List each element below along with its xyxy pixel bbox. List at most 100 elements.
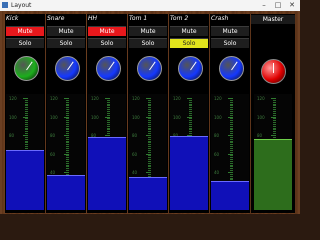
- scale-tick: [230, 133, 233, 135]
- mute-button[interactable]: Mute: [211, 26, 249, 36]
- pan-knob[interactable]: [96, 56, 121, 81]
- volume-fader[interactable]: 12010080604020: [47, 94, 85, 210]
- scale-tick: [148, 149, 151, 151]
- scale-tick: [230, 168, 233, 170]
- scale-tick: [107, 112, 110, 114]
- scale-tick: [148, 129, 151, 131]
- scale-tick: [189, 105, 192, 107]
- minimize-icon[interactable]: –: [258, 0, 270, 11]
- scale-tick: [148, 101, 151, 103]
- scale-tick: [148, 142, 151, 144]
- master-knob[interactable]: [261, 59, 286, 84]
- scale-tick: [66, 166, 69, 168]
- scale-tick: [66, 140, 69, 142]
- scale-tick: [107, 120, 110, 122]
- scale-tick: [148, 160, 151, 162]
- scale-label: 100: [50, 114, 58, 120]
- volume-fader[interactable]: 12010080604020: [170, 94, 208, 210]
- scale-tick: [66, 151, 69, 153]
- scale-tick: [189, 107, 192, 109]
- scale-tick: [148, 140, 151, 142]
- scale-tick: [66, 168, 69, 170]
- scale-tick: [107, 122, 110, 124]
- scale-tick: [25, 129, 28, 131]
- scale-tick: [66, 170, 69, 172]
- scale-tick: [273, 99, 276, 101]
- pan-knob[interactable]: [178, 56, 203, 81]
- scale-label: 80: [214, 133, 220, 138]
- close-icon[interactable]: ✕: [286, 0, 298, 11]
- scale-tick: [189, 127, 192, 129]
- scale-tick: [107, 105, 110, 107]
- pan-knob[interactable]: [219, 56, 244, 81]
- maximize-icon[interactable]: □: [272, 0, 284, 11]
- scale-tick: [148, 146, 151, 148]
- volume-fader[interactable]: 12010080604020: [6, 94, 44, 210]
- scale-tick: [230, 138, 233, 140]
- scale-tick: [228, 135, 233, 136]
- scale-tick: [107, 123, 110, 125]
- scale-label: 100: [9, 114, 17, 120]
- solo-button[interactable]: Solo: [170, 38, 208, 48]
- solo-button[interactable]: Solo: [47, 38, 85, 48]
- scale-tick: [230, 142, 233, 144]
- pan-knob[interactable]: [55, 56, 80, 81]
- scale-tick: [230, 114, 233, 116]
- mute-button[interactable]: Mute: [170, 26, 208, 36]
- scale-tick: [146, 98, 151, 99]
- scale-tick: [66, 109, 69, 111]
- scale-label: 80: [9, 133, 15, 138]
- scale-label: 80: [50, 133, 56, 138]
- scale-tick: [66, 136, 69, 138]
- mute-button[interactable]: Mute: [6, 26, 44, 36]
- volume-fader[interactable]: 12010080604020: [88, 94, 126, 210]
- channel-strip: CrashMuteSolo12010080604020: [210, 14, 250, 213]
- scale-tick: [273, 123, 276, 125]
- scale-tick: [25, 147, 28, 149]
- scale-tick: [107, 127, 110, 129]
- scale-tick: [107, 99, 110, 101]
- mute-button[interactable]: Mute: [88, 26, 126, 36]
- volume-fader[interactable]: 12010080604020: [211, 94, 249, 210]
- solo-button[interactable]: Solo: [211, 38, 249, 48]
- master-fader[interactable]: 12010080604020: [254, 94, 292, 210]
- scale-tick: [230, 131, 233, 133]
- scale-label: 60: [50, 151, 56, 157]
- scale-tick: [230, 140, 233, 142]
- solo-button[interactable]: Solo: [6, 38, 44, 48]
- solo-button[interactable]: Solo: [129, 38, 167, 48]
- volume-fader[interactable]: 12010080604020: [129, 94, 167, 210]
- scale-tick: [25, 125, 28, 127]
- solo-button[interactable]: Solo: [88, 38, 126, 48]
- knob-indicator: [149, 61, 156, 71]
- scale-tick: [273, 122, 276, 124]
- pan-knob[interactable]: [137, 56, 162, 81]
- scale-tick: [148, 123, 151, 125]
- scale-tick: [25, 127, 28, 129]
- scale-tick: [148, 120, 151, 122]
- scale-tick: [230, 136, 233, 138]
- mute-button[interactable]: Mute: [47, 26, 85, 36]
- scale-tick: [230, 122, 233, 124]
- scale-tick: [66, 105, 69, 107]
- master-label: Master: [251, 15, 295, 24]
- scale-tick: [148, 151, 151, 153]
- scale-label: 120: [132, 96, 140, 101]
- scale-tick: [25, 140, 28, 142]
- pan-knob[interactable]: [14, 56, 39, 81]
- scale-tick: [146, 153, 151, 155]
- scale-tick: [25, 131, 28, 133]
- knob-indicator: [26, 61, 33, 71]
- window-title: Layout: [11, 2, 32, 9]
- scale-tick: [66, 129, 69, 131]
- scale-label: 40: [50, 170, 56, 175]
- scale-tick: [105, 135, 110, 136]
- scale-tick: [148, 168, 151, 170]
- scale-tick: [273, 129, 276, 131]
- channel-strip: KickMuteSolo12010080604020: [5, 14, 45, 213]
- scale-label: 120: [173, 96, 181, 101]
- mute-button[interactable]: Mute: [129, 26, 167, 36]
- channel-strip: HHMuteSolo12010080604020: [87, 14, 127, 213]
- scale-label: 60: [132, 151, 138, 157]
- scale-tick: [189, 129, 192, 131]
